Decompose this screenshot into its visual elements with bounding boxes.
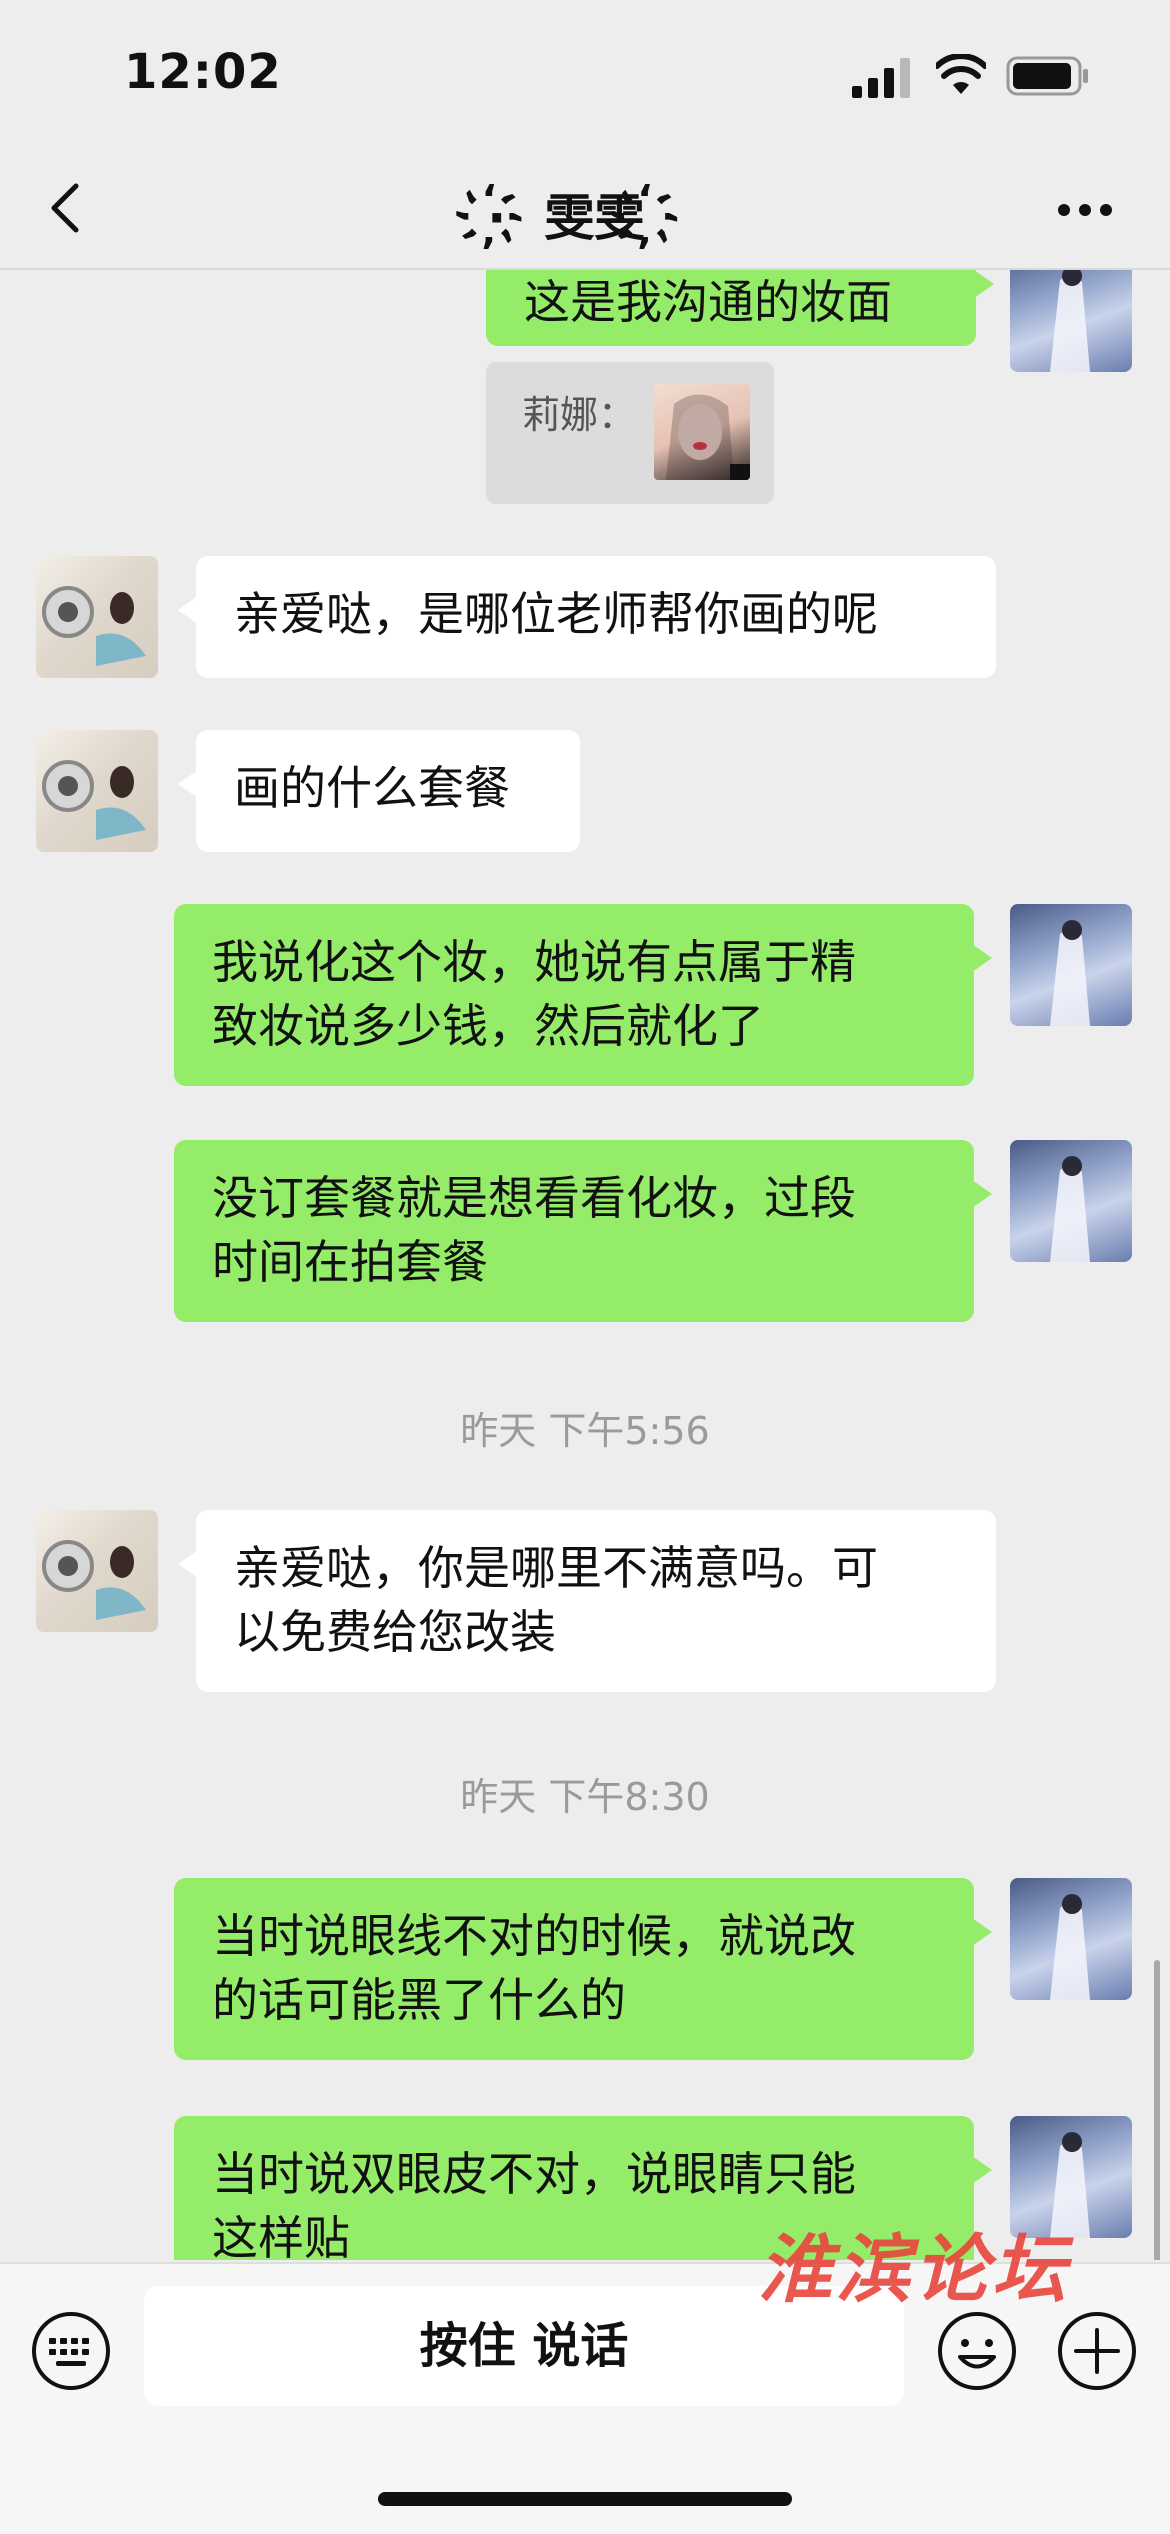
message-text-line: 当时说双眼皮不对，说眼睛只能 bbox=[212, 2147, 856, 2201]
message-bubble-sent[interactable]: 没订套餐就是想看看化妆，过段 时间在拍套餐 bbox=[174, 1140, 992, 1322]
my-avatar[interactable] bbox=[1010, 904, 1132, 1026]
watermark-text: 淮滨论坛 bbox=[758, 2227, 1070, 2313]
keyboard-icon[interactable] bbox=[30, 2310, 112, 2392]
cellular-signal-icon bbox=[852, 58, 910, 98]
ellipsis-icon[interactable] bbox=[1050, 180, 1120, 240]
plus-icon[interactable] bbox=[1056, 2310, 1138, 2392]
message-timestamp: 昨天 下午5:56 bbox=[460, 1409, 710, 1453]
contact-avatar[interactable] bbox=[36, 556, 158, 678]
chat-title[interactable]: ·҉ 雯雯 ҉ bbox=[0, 178, 1170, 250]
message-bubble-sent[interactable]: 我说化这个妆，她说有点属于精 致妆说多少钱，然后就化了 bbox=[174, 904, 992, 1086]
message-bubble-sent[interactable]: 当时说眼线不对的时候，就说改 的话可能黑了什么的 bbox=[174, 1878, 992, 2060]
contact-avatar[interactable] bbox=[36, 730, 158, 852]
message-text-line: 以免费给您改装 bbox=[234, 1605, 556, 1659]
my-avatar[interactable] bbox=[1010, 270, 1132, 372]
quote-sender: 莉娜： bbox=[522, 393, 637, 437]
message-text-line: 没订套餐就是想看看化妆，过段 bbox=[212, 1171, 856, 1225]
contact-avatar[interactable] bbox=[36, 1510, 158, 1632]
status-time: 12:02 bbox=[124, 44, 282, 100]
quoted-message[interactable]: 莉娜： bbox=[486, 362, 774, 504]
message-text-line: 亲爱哒，你是哪里不满意吗。可 bbox=[234, 1541, 878, 1595]
battery-icon bbox=[1006, 56, 1088, 96]
message-bubble-received[interactable]: 亲爱哒，是哪位老师帮你画的呢 bbox=[178, 556, 996, 678]
message-text-line: 的话可能黑了什么的 bbox=[212, 1973, 626, 2027]
message-list[interactable]: 这是我沟通的妆面 莉娜： 亲爱哒，是哪位老师帮你画的呢 画的什么套餐 我说化这个… bbox=[0, 270, 1170, 2260]
message-timestamp: 昨天 下午8:30 bbox=[460, 1775, 710, 1819]
message-text: 画的什么套餐 bbox=[234, 761, 510, 815]
message-bubble-sent[interactable]: 这是我沟通的妆面 bbox=[486, 270, 994, 346]
wifi-icon bbox=[936, 54, 986, 94]
home-indicator bbox=[378, 2492, 792, 2506]
emoji-icon[interactable] bbox=[936, 2310, 1018, 2392]
message-text-line: 致妆说多少钱，然后就化了 bbox=[212, 999, 764, 1053]
message-text: 亲爱哒，是哪位老师帮你画的呢 bbox=[234, 587, 878, 641]
message-text: 这是我沟通的妆面 bbox=[524, 275, 892, 329]
status-bar: 12:02 bbox=[0, 0, 1170, 150]
my-avatar[interactable] bbox=[1010, 1878, 1132, 2000]
scrollbar[interactable] bbox=[1154, 1960, 1160, 2260]
message-bubble-received[interactable]: 亲爱哒，你是哪里不满意吗。可 以免费给您改装 bbox=[178, 1510, 996, 1692]
quoted-image-thumbnail[interactable] bbox=[654, 384, 750, 480]
message-bubble-received[interactable]: 画的什么套餐 bbox=[178, 730, 580, 852]
message-text-line: 我说化这个妆，她说有点属于精 bbox=[212, 935, 856, 989]
message-text-line: 时间在拍套餐 bbox=[212, 1235, 488, 1289]
chat-header: ·҉ 雯雯 ҉ bbox=[0, 150, 1170, 270]
message-text-line: 当时说眼线不对的时候，就说改 bbox=[212, 1909, 856, 1963]
my-avatar[interactable] bbox=[1010, 1140, 1132, 1262]
